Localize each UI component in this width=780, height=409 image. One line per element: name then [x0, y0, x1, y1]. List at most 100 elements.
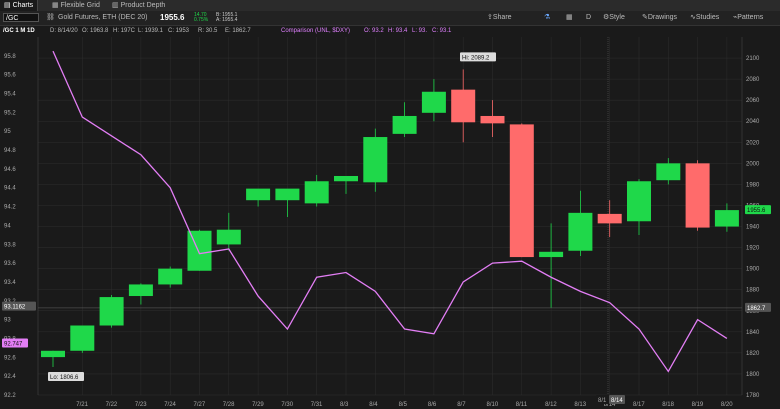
candle-body	[70, 325, 95, 351]
high-label: Hi: 2089.2	[462, 55, 490, 61]
x-axis-tick: 8/11	[516, 402, 528, 408]
left-axis-tick: 95.4	[4, 92, 16, 98]
x-axis-tick: 8/5	[399, 402, 408, 408]
candle-body	[597, 213, 622, 224]
left-axis-tick: 94	[4, 223, 11, 229]
left-axis-tick: 93.4	[4, 280, 16, 286]
candle-body	[187, 230, 212, 271]
candle-body	[246, 188, 271, 201]
candle-body	[363, 137, 388, 183]
left-axis-tick: 92.2	[4, 393, 16, 399]
candle-body	[275, 188, 300, 201]
x-axis-tick: 7/28	[223, 402, 235, 408]
candle-body	[304, 181, 329, 204]
x-axis-tick: 7/29	[252, 402, 264, 408]
link-icon[interactable]: ⛓	[46, 11, 55, 25]
info-close: C: 1953	[168, 28, 190, 34]
instrument-description: Gold Futures, ETH (DEC 20)	[58, 14, 148, 21]
depth-icon: ▥	[112, 2, 121, 9]
left-axis-tick: 93	[4, 318, 11, 324]
candle-body	[656, 163, 681, 181]
prev-close-tag: 1862.7	[747, 306, 766, 312]
x-axis-tick: 7/24	[164, 402, 176, 408]
left-axis-tick: 94.2	[4, 205, 16, 211]
right-axis-tick: 1840	[746, 330, 760, 336]
right-axis-tick: 2000	[746, 161, 760, 167]
x-axis-tick: 8/20	[721, 402, 733, 408]
right-axis-tick: 1780	[746, 393, 760, 399]
left-axis-tick: 94.4	[4, 186, 16, 192]
studies-button[interactable]: ∿ Studies	[690, 11, 719, 25]
comparison-low: L: 93.	[412, 28, 428, 34]
candle-body	[539, 251, 564, 258]
symbol-input[interactable]: /GC	[3, 13, 39, 22]
left-axis-tick: 95.8	[4, 54, 16, 60]
x-axis-tick: 7/31	[311, 402, 323, 408]
right-axis-tick: 1940	[746, 225, 760, 231]
x-axis-tick: 8/3	[340, 402, 349, 408]
share-button[interactable]: ⇪ Share	[487, 11, 512, 25]
x-axis-tick: 8/4	[369, 402, 378, 408]
tab-flexible-grid[interactable]: ▦ Flexible Grid	[48, 0, 104, 11]
last-price: 1955.6	[160, 13, 185, 22]
candle-body	[627, 181, 651, 222]
crosshair-date-tag: 8/14	[611, 398, 623, 404]
left-axis-tick: 95	[4, 129, 11, 135]
percent-change: 0.75%	[194, 17, 209, 23]
comparison-label: Comparison (UNL, $DXY)	[281, 28, 351, 34]
info-open: O: 1963.8	[82, 28, 109, 34]
comparison-current-tag: 92.747	[4, 341, 23, 347]
left-axis-tick: 93.6	[4, 261, 16, 267]
comparison-prev-tag: 93.1162	[4, 305, 26, 311]
tab-product-depth[interactable]: ▥ Product Depth	[108, 0, 169, 11]
candle-body	[334, 175, 358, 182]
grid-layout-icon[interactable]: ▦	[566, 11, 573, 25]
last-price-tag: 1955.6	[747, 208, 766, 214]
candle-body	[509, 124, 534, 258]
x-axis-tick: 8/10	[487, 402, 499, 408]
chart-toolbar: /GC ⛓ Gold Futures, ETH (DEC 20) 1955.6 …	[0, 11, 780, 26]
left-axis-tick: 94.6	[4, 167, 16, 173]
left-axis-tick: 93.8	[4, 242, 16, 248]
left-axis-tick: 95.2	[4, 110, 16, 116]
chart-info-bar: /GC 1 M 1D D: 8/14/20 O: 1963.8 H: 197C …	[0, 26, 600, 36]
left-axis-tick: 92.6	[4, 355, 16, 361]
right-axis-tick: 1920	[746, 246, 760, 252]
candle-body	[685, 163, 710, 228]
drawings-button[interactable]: ✎ Drawings	[642, 11, 677, 25]
patterns-button[interactable]: ⌁ Patterns	[733, 11, 763, 25]
x-axis-tick: 8/13	[574, 402, 586, 408]
comparison-high: H: 93.4	[388, 28, 408, 34]
price-chart[interactable]: 1780180018201840186018801900192019401960…	[0, 37, 780, 409]
candle-body	[158, 268, 183, 285]
x-axis-tick: 7/21	[76, 402, 88, 408]
x-axis-tick: 8/12	[545, 402, 557, 408]
right-axis-tick: 1800	[746, 372, 760, 378]
candle-body	[99, 297, 124, 326]
chart-background	[0, 37, 780, 409]
grid-icon: ▦	[52, 2, 61, 9]
tab-charts[interactable]: ▤ Charts	[0, 0, 39, 11]
info-prev: E: 1862.7	[225, 28, 251, 34]
info-high: H: 197C	[113, 28, 136, 34]
candle-body	[392, 115, 417, 134]
left-axis-tick: 95.6	[4, 73, 16, 79]
chart-icon: ▤	[4, 2, 13, 9]
x-axis-tick: 8/17	[633, 402, 645, 408]
period-button[interactable]: D	[586, 11, 591, 25]
candle-body	[128, 284, 153, 297]
info-range: R: 30.5	[198, 28, 218, 34]
info-date: D: 8/14/20	[50, 28, 78, 34]
right-axis-tick: 2080	[746, 77, 760, 83]
style-button[interactable]: ⚙ Style	[603, 11, 625, 25]
right-axis-tick: 2020	[746, 140, 760, 146]
ask-price: A: 1955.4	[216, 17, 238, 23]
flask-icon[interactable]: ⚗	[544, 11, 550, 25]
right-axis-tick: 2060	[746, 98, 760, 104]
right-axis-tick: 1820	[746, 351, 760, 357]
candle-body	[451, 89, 476, 123]
left-axis-tick: 94.8	[4, 148, 16, 154]
candle-body	[216, 229, 241, 245]
x-axis-tick: 7/22	[106, 402, 118, 408]
right-axis-tick: 1900	[746, 267, 760, 273]
